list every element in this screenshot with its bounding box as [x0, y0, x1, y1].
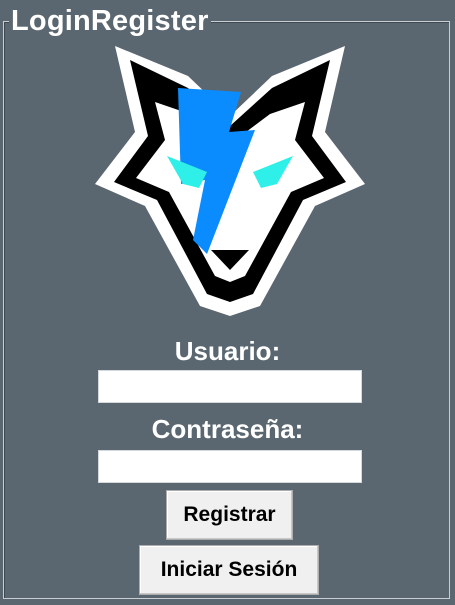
- login-register-window: LoginRegister Usuario: Contraseña: Regis…: [0, 0, 455, 605]
- user-label: Usuario:: [174, 336, 281, 366]
- login-button[interactable]: Iniciar Sesión: [139, 545, 319, 595]
- password-input[interactable]: [98, 450, 362, 483]
- groupbox-title: LoginRegister: [9, 4, 211, 38]
- user-input[interactable]: [98, 370, 362, 403]
- register-button[interactable]: Registrar: [166, 490, 293, 540]
- password-label: Contraseña:: [151, 414, 304, 444]
- wolf-logo-icon: [95, 46, 365, 316]
